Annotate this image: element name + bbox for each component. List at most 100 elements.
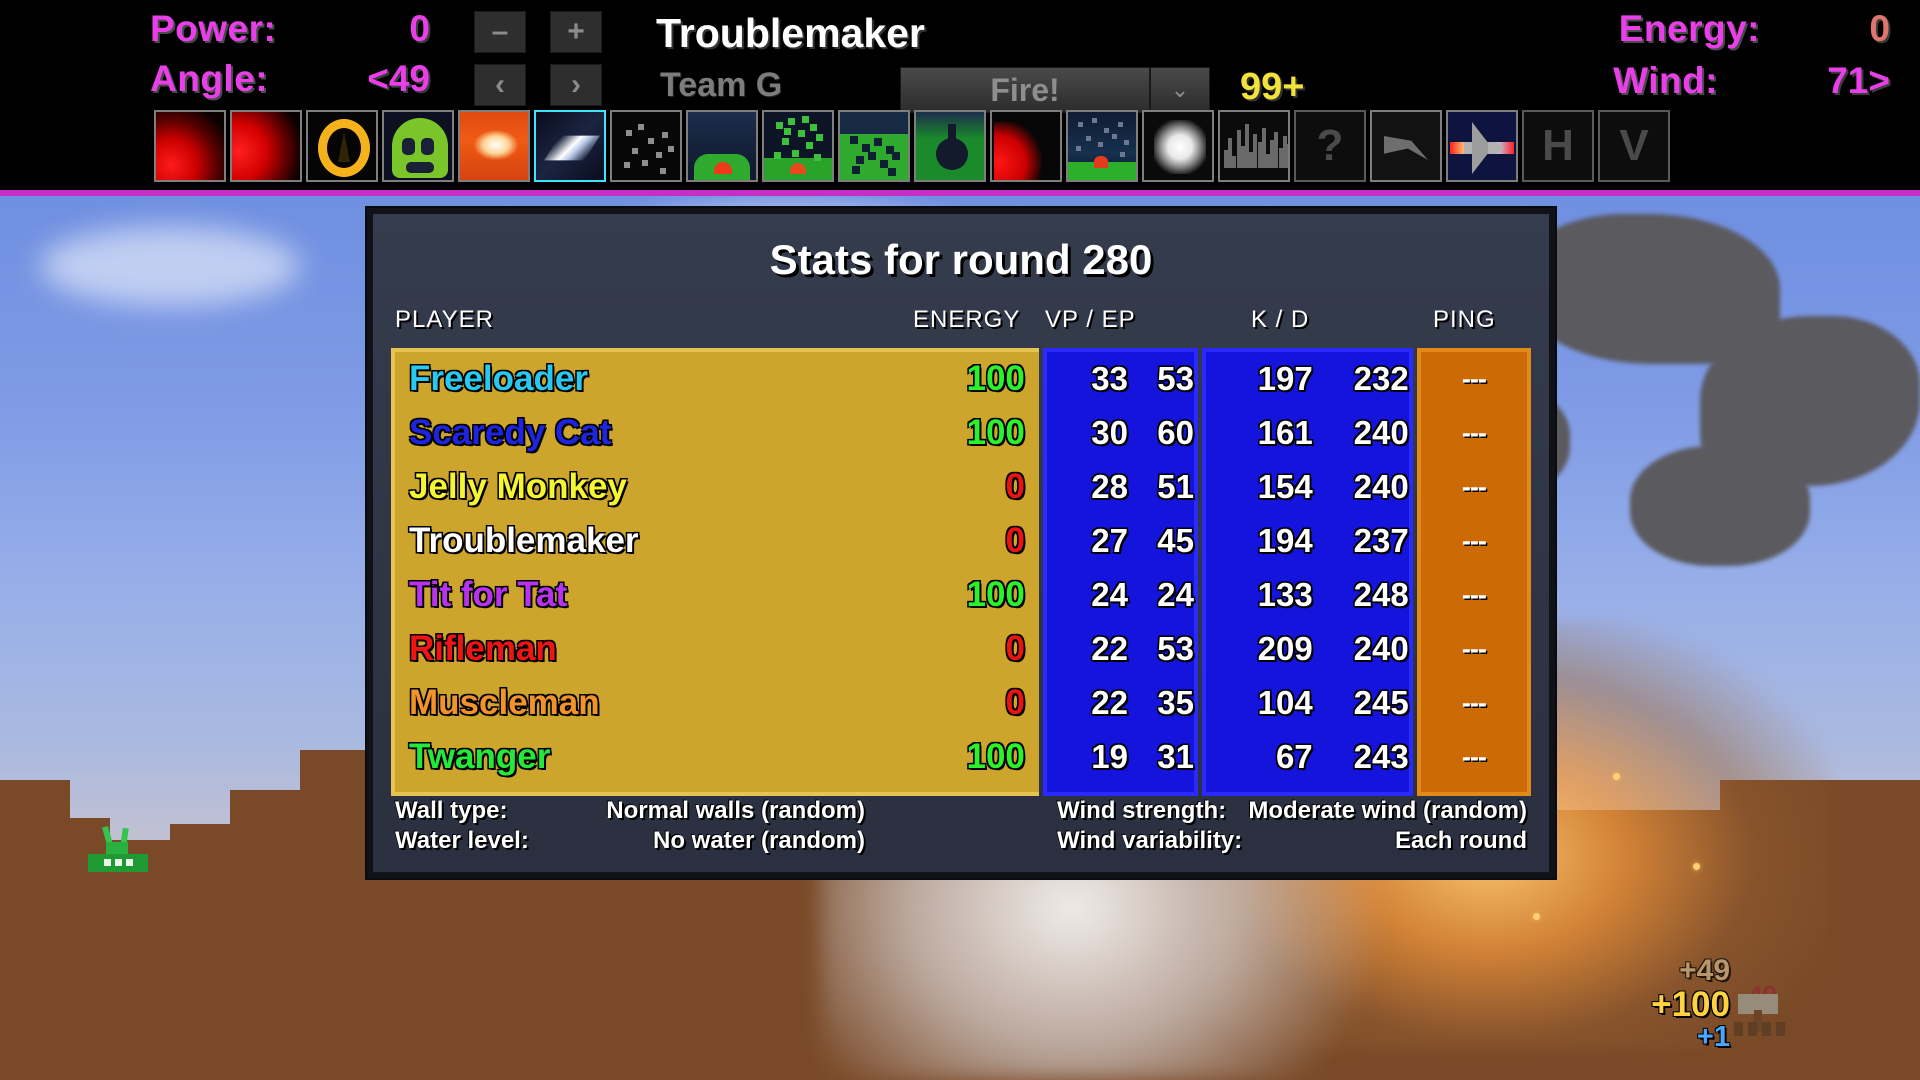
- ping-panel: --- --- --- --- --- --- --- ---: [1416, 348, 1531, 796]
- footer-right-column: Wind strength: Moderate wind (random) Wi…: [1057, 796, 1527, 856]
- table-row: Troublemaker 0: [395, 514, 1039, 568]
- weapon-red-burst[interactable]: [990, 110, 1062, 182]
- weapon-dirt-scatter[interactable]: [762, 110, 834, 182]
- player-name-cell: Jelly Monkey: [409, 467, 627, 506]
- vp-ep-cell: 28 51: [1091, 468, 1194, 505]
- wind-strength-label: Wind strength:: [1057, 797, 1227, 824]
- player-energy-cell: 100: [966, 359, 1025, 398]
- k-d-cell: 209 240: [1257, 630, 1409, 667]
- power-angle-group: Power: 0 Angle: <49: [150, 8, 430, 108]
- weapon-white-flash[interactable]: [1142, 110, 1214, 182]
- weapon-dirt-mound[interactable]: [686, 110, 758, 182]
- vp-ep-cell: 22 35: [1091, 684, 1194, 721]
- player-energy-cell: 0: [1005, 521, 1025, 560]
- wind-variability-label: Wind variability:: [1057, 827, 1243, 854]
- weapon-toolbar: ? H V: [154, 110, 1670, 182]
- chevron-down-icon[interactable]: ⌄: [1150, 67, 1210, 113]
- energy-value: 0: [1869, 8, 1890, 49]
- vp-ep-cell: 19 31: [1091, 738, 1194, 775]
- toggle-horizontal[interactable]: H: [1522, 110, 1594, 182]
- table-row: Rifleman 0: [395, 622, 1039, 676]
- weapon-explosion[interactable]: [458, 110, 530, 182]
- wind-strength-value: Moderate wind (random): [1248, 797, 1527, 824]
- vp-ep-cell: 33 53: [1091, 360, 1194, 397]
- weapon-red-blast-2[interactable]: [230, 110, 302, 182]
- cloud: [40, 226, 300, 306]
- power-increase-button[interactable]: +: [550, 11, 602, 53]
- weapon-unknown[interactable]: ?: [1294, 110, 1366, 182]
- current-player-name: Troublemaker: [656, 10, 925, 56]
- current-team-name: Team G: [660, 66, 783, 104]
- player-name-cell: Twanger: [409, 737, 551, 776]
- weapon-green-terrain[interactable]: [838, 110, 910, 182]
- player-energy-cell: 100: [966, 575, 1025, 614]
- weapon-energy-beam[interactable]: [534, 110, 606, 182]
- player-name-cell: Freeloader: [409, 359, 588, 398]
- score-popup-group: +49 +100 +1: [1651, 956, 1730, 1052]
- score-popup-vp: +49: [1679, 954, 1730, 987]
- tank-sprite-right: 49: [1732, 980, 1798, 1036]
- player-energy-cell: 100: [966, 413, 1025, 452]
- ping-cell: ---: [1461, 741, 1487, 772]
- table-row: Freeloader 100: [395, 352, 1039, 406]
- wall-type-label: Wall type:: [395, 797, 508, 824]
- score-popup-energy: +100: [1651, 985, 1730, 1024]
- water-level-value: No water (random): [652, 827, 865, 854]
- vp-ep-cell: 22 53: [1091, 630, 1194, 667]
- angle-label: Angle:: [150, 58, 269, 99]
- player-name-cell: Troublemaker: [409, 521, 639, 560]
- power-decrease-button[interactable]: –: [474, 11, 526, 53]
- wind-variability-value: Each round: [1394, 827, 1527, 854]
- k-d-panel: 197 232 161 240 154 240 194 237 133 248 209 240 104 2…: [1201, 348, 1413, 796]
- wind-value: 71>: [1827, 60, 1890, 101]
- hud-separator: [0, 190, 1920, 196]
- k-d-cell: 197 232: [1257, 360, 1409, 397]
- k-d-cell: 161 240: [1257, 414, 1409, 451]
- player-energy-cell: 0: [1005, 467, 1025, 506]
- player-name-cell: Rifleman: [409, 629, 557, 668]
- player-name-panel: Freeloader 100 Scaredy Cat 100 Jelly Monkey 0…: [391, 348, 1039, 796]
- ember: [1693, 863, 1700, 870]
- top-hud-bar: Power: 0 Angle: <49 – + ‹ › Troublemaker…: [0, 0, 1920, 190]
- angle-increase-button[interactable]: ›: [550, 64, 602, 106]
- stats-dialog: Stats for round 280 PLAYER ENERGY VP / E…: [367, 208, 1555, 878]
- weapon-seismic-wave[interactable]: [1218, 110, 1290, 182]
- energy-label: Energy:: [1618, 8, 1760, 49]
- ping-cell: ---: [1461, 417, 1487, 448]
- player-name-cell: Scaredy Cat: [409, 413, 612, 452]
- column-header-vp-ep: VP / EP: [1045, 306, 1136, 333]
- angle-decrease-button[interactable]: ‹: [474, 64, 526, 106]
- power-value: 0: [409, 8, 430, 49]
- vp-ep-cell: 27 45: [1091, 522, 1194, 559]
- fire-button[interactable]: Fire!: [900, 67, 1150, 113]
- dialog-title: Stats for round 280: [769, 236, 1153, 283]
- k-d-cell: 133 248: [1257, 576, 1409, 613]
- ping-cell: ---: [1461, 363, 1487, 394]
- weapon-night-strike[interactable]: [1066, 110, 1138, 182]
- water-level-label: Water level:: [395, 827, 529, 854]
- wall-type-value: Normal walls (random): [606, 797, 865, 824]
- table-row: Jelly Monkey 0: [395, 460, 1039, 514]
- k-d-cell: 194 237: [1257, 522, 1409, 559]
- table-row: Muscleman 0: [395, 676, 1039, 730]
- weapon-scatter-dots[interactable]: [610, 110, 682, 182]
- player-energy-cell: 100: [966, 737, 1025, 776]
- rock-formation: [1630, 446, 1810, 566]
- weapon-green-shield[interactable]: [382, 110, 454, 182]
- score-popup-kill: +1: [1696, 1021, 1730, 1053]
- player-energy-cell: 0: [1005, 683, 1025, 722]
- tank-sprite-green: [88, 826, 148, 872]
- ember: [1613, 773, 1620, 780]
- weapon-arrow-shot[interactable]: [1370, 110, 1442, 182]
- weapon-airstrike-plane[interactable]: [1446, 110, 1518, 182]
- weapon-gold-ring[interactable]: [306, 110, 378, 182]
- player-energy-cell: 0: [1005, 629, 1025, 668]
- column-header-energy: ENERGY: [913, 306, 1021, 333]
- wind-label: Wind:: [1613, 60, 1718, 101]
- weapon-bomb-drop[interactable]: [914, 110, 986, 182]
- weapon-red-blast-1[interactable]: [154, 110, 226, 182]
- k-d-cell: 67 243: [1275, 738, 1409, 775]
- toggle-vertical[interactable]: V: [1598, 110, 1670, 182]
- column-header-k-d: K / D: [1251, 306, 1310, 333]
- ping-cell: ---: [1461, 525, 1487, 556]
